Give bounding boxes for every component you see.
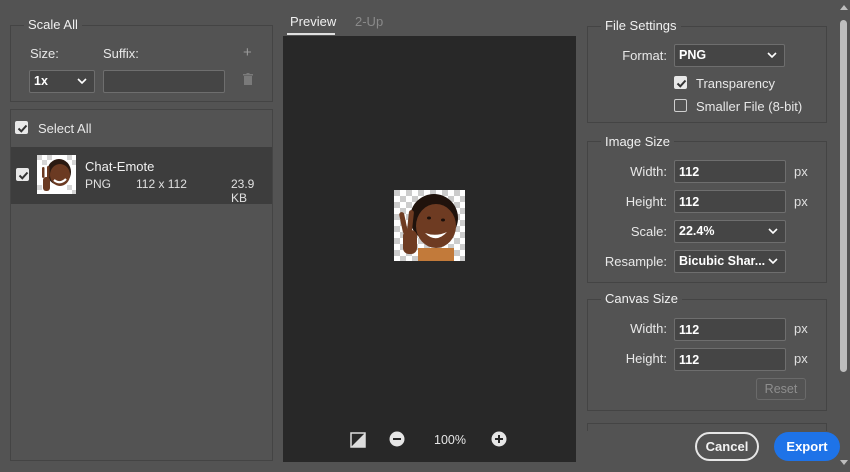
scale-label: Scale: <box>630 224 667 239</box>
size-select-value: 1x <box>34 74 48 88</box>
reset-button[interactable]: Reset <box>756 378 806 400</box>
image-width-input[interactable] <box>674 160 786 183</box>
resample-select[interactable]: Bicubic Shar... <box>674 250 786 273</box>
metadata-panel <box>587 423 827 431</box>
file-settings-title: File Settings <box>601 18 681 33</box>
scale-select[interactable]: 22.4% <box>674 220 786 243</box>
trash-icon[interactable] <box>243 73 253 85</box>
smaller-file-checkbox[interactable] <box>674 99 687 112</box>
preview-canvas[interactable]: 100% <box>283 36 576 462</box>
image-size-title: Image Size <box>601 134 675 149</box>
scale-select-value: 22.4% <box>679 224 715 238</box>
canvas-height-input[interactable] <box>674 348 786 371</box>
suffix-label: Suffix: <box>103 46 139 61</box>
transparency-label: Transparency <box>696 76 775 91</box>
canvas-size-title: Canvas Size <box>601 291 682 306</box>
canvas-width-unit: px <box>794 321 808 336</box>
zoom-in-icon[interactable] <box>491 431 507 447</box>
format-select-value: PNG <box>679 48 707 62</box>
asset-checkbox[interactable] <box>16 168 29 181</box>
preview-image <box>394 190 465 261</box>
asset-dimensions: 112 x 112 <box>136 177 187 191</box>
chevron-down-icon <box>767 52 777 59</box>
transparency-checkbox[interactable] <box>674 76 687 89</box>
asset-filesize: 23.9 KB <box>231 177 255 205</box>
checkmark-icon <box>18 171 29 180</box>
format-select[interactable]: PNG <box>674 44 785 67</box>
canvas-height-label: Height: <box>625 351 667 366</box>
canvas-width-label: Width: <box>630 321 667 336</box>
export-button[interactable]: Export <box>774 432 840 461</box>
tab-preview[interactable]: Preview <box>287 13 337 35</box>
image-width-label: Width: <box>630 164 667 179</box>
scroll-down-icon[interactable] <box>840 460 848 466</box>
zoom-out-icon[interactable] <box>389 431 405 447</box>
tab-preview-label: Preview <box>290 14 337 29</box>
image-height-unit: px <box>794 194 808 209</box>
chevron-down-icon <box>77 78 87 85</box>
checkmark-icon <box>676 79 687 88</box>
select-all-label: Select All <box>38 121 92 136</box>
chevron-down-icon <box>768 258 778 265</box>
image-height-label: Height: <box>625 194 667 209</box>
select-all-checkbox[interactable] <box>15 121 28 134</box>
resample-label: Resample: <box>604 254 667 269</box>
scale-all-title: Scale All <box>24 17 82 32</box>
scroll-up-icon[interactable] <box>840 4 848 10</box>
image-height-input[interactable] <box>674 190 786 213</box>
smaller-file-label: Smaller File (8-bit) <box>696 99 803 114</box>
toggle-background-icon[interactable] <box>350 432 366 448</box>
canvas-height-unit: px <box>794 351 808 366</box>
checkmark-icon <box>17 124 28 133</box>
scrollbar-thumb[interactable] <box>840 20 847 372</box>
asset-format: PNG <box>85 177 112 191</box>
image-width-unit: px <box>794 164 808 179</box>
format-label: Format: <box>622 48 667 63</box>
suffix-input[interactable] <box>103 70 225 93</box>
asset-name: Chat-Emote <box>85 159 155 174</box>
settings-scrollbar[interactable] <box>838 0 850 472</box>
add-scale-icon[interactable]: + <box>243 44 252 61</box>
tab-2up[interactable]: 2-Up <box>355 14 383 29</box>
size-select[interactable]: 1x <box>29 70 95 93</box>
resample-select-value: Bicubic Shar... <box>679 254 766 268</box>
size-label: Size: <box>30 46 59 61</box>
cancel-button[interactable]: Cancel <box>695 432 759 461</box>
chevron-down-icon <box>768 228 778 235</box>
zoom-level: 100% <box>434 433 466 447</box>
asset-thumbnail <box>37 155 76 194</box>
asset-row[interactable]: Chat-Emote PNG 112 x 112 23.9 KB <box>11 147 272 205</box>
canvas-width-input[interactable] <box>674 318 786 341</box>
